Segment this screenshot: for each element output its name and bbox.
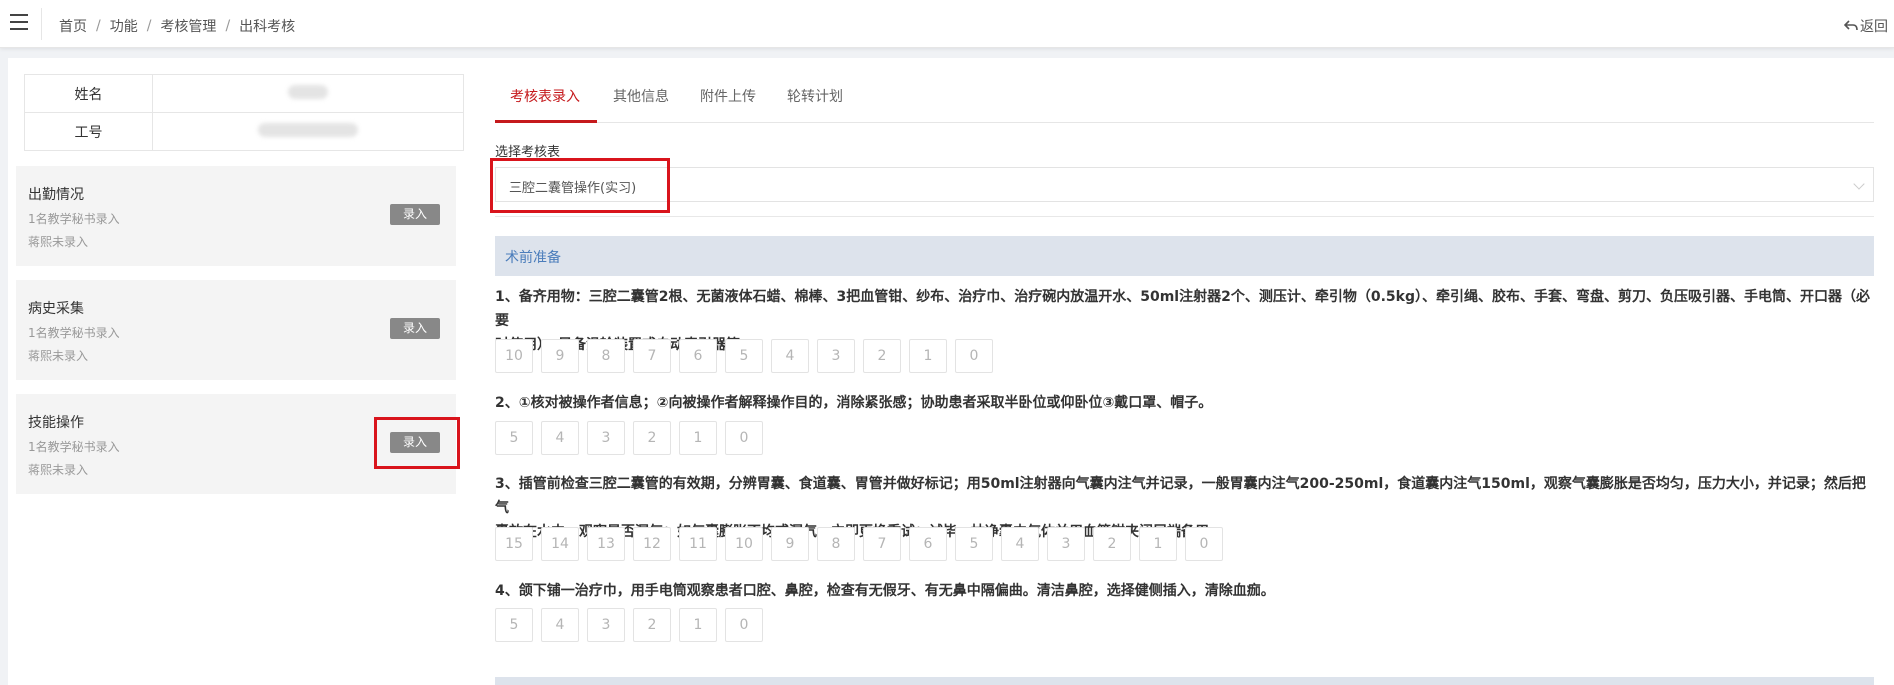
- card-status-line: 1名教学秘书录入: [28, 212, 120, 226]
- score-option[interactable]: 4: [541, 608, 579, 642]
- score-option[interactable]: 0: [725, 608, 763, 642]
- tab-score-entry[interactable]: 考核表录入: [510, 86, 580, 106]
- score-option[interactable]: 2: [633, 421, 671, 455]
- score-option[interactable]: 13: [587, 527, 625, 561]
- score-option[interactable]: 1: [679, 421, 717, 455]
- score-options: 5 4 3 2 1 0: [495, 421, 763, 455]
- card-status-line: 1名教学秘书录入: [28, 440, 120, 454]
- back-arrow-icon: [1844, 20, 1858, 31]
- score-option[interactable]: 12: [633, 527, 671, 561]
- score-option[interactable]: 8: [817, 527, 855, 561]
- score-option[interactable]: 7: [863, 527, 901, 561]
- score-option[interactable]: 3: [1047, 527, 1085, 561]
- score-option[interactable]: 0: [725, 421, 763, 455]
- score-option[interactable]: 2: [863, 339, 901, 373]
- card-title: 病史采集: [28, 301, 84, 317]
- card-title: 技能操作: [28, 415, 84, 431]
- score-option[interactable]: 9: [541, 339, 579, 373]
- id-value: [152, 112, 464, 151]
- score-option[interactable]: 3: [587, 608, 625, 642]
- score-options: 15 14 13 12 11 10 9 8 7 6 5 4 3 2 1 0: [495, 527, 1223, 561]
- score-option[interactable]: 5: [495, 421, 533, 455]
- divider: [495, 216, 1874, 217]
- menu-icon[interactable]: [10, 14, 28, 30]
- score-option[interactable]: 2: [633, 608, 671, 642]
- score-option[interactable]: 14: [541, 527, 579, 561]
- card-history-taking: 病史采集 1名教学秘书录入 蒋熙未录入 录入: [16, 280, 456, 380]
- section-title: 术前准备: [505, 250, 561, 266]
- score-option[interactable]: 9: [771, 527, 809, 561]
- card-status-line: 1名教学秘书录入: [28, 326, 120, 340]
- score-option[interactable]: 10: [495, 339, 533, 373]
- top-divider: [41, 8, 42, 40]
- breadcrumb-home[interactable]: 首页: [59, 16, 87, 36]
- highlight-box: [490, 158, 670, 213]
- id-label: 工号: [24, 112, 153, 151]
- name-row: 姓名: [24, 74, 464, 113]
- criterion-text: 4、颌下铺一治疗巾，用手电筒观察患者口腔、鼻腔，检查有无假牙、有无鼻中隔偏曲。清…: [495, 583, 1275, 599]
- score-option[interactable]: 4: [1001, 527, 1039, 561]
- card-status-line: 蒋熙未录入: [28, 349, 89, 363]
- top-bar: 首页 / 功能 / 考核管理 / 出科考核 返回: [0, 0, 1894, 48]
- breadcrumb-function[interactable]: 功能: [110, 16, 138, 36]
- score-option[interactable]: 4: [771, 339, 809, 373]
- tab-other-info[interactable]: 其他信息: [613, 86, 669, 106]
- highlight-box: [374, 417, 460, 469]
- score-option[interactable]: 3: [587, 421, 625, 455]
- tab-attachment-upload[interactable]: 附件上传: [700, 86, 756, 106]
- enter-button[interactable]: 录入: [390, 204, 440, 225]
- breadcrumb-exam-management[interactable]: 考核管理: [160, 16, 216, 36]
- section-header: 术前准备: [495, 236, 1874, 276]
- score-option[interactable]: 5: [495, 608, 533, 642]
- exam-form-select[interactable]: 三腔二囊管操作(实习): [495, 167, 1874, 202]
- score-option[interactable]: 2: [1093, 527, 1131, 561]
- card-status-line: 蒋熙未录入: [28, 463, 89, 477]
- score-option[interactable]: 6: [909, 527, 947, 561]
- score-option[interactable]: 11: [679, 527, 717, 561]
- score-option[interactable]: 7: [633, 339, 671, 373]
- tab-rotation-plan[interactable]: 轮转计划: [787, 86, 843, 106]
- name-value: [152, 74, 464, 113]
- tab-bar: 考核表录入 其他信息 附件上传 轮转计划: [495, 70, 1874, 123]
- score-option[interactable]: 5: [955, 527, 993, 561]
- chevron-down-icon: [1853, 178, 1865, 190]
- score-option[interactable]: 4: [541, 421, 579, 455]
- back-label: 返回: [1860, 19, 1888, 35]
- score-option[interactable]: 5: [725, 339, 763, 373]
- name-label: 姓名: [24, 74, 153, 113]
- score-option[interactable]: 1: [909, 339, 947, 373]
- score-option[interactable]: 6: [679, 339, 717, 373]
- score-option[interactable]: 0: [955, 339, 993, 373]
- score-options: 10 9 8 7 6 5 4 3 2 1 0: [495, 339, 993, 373]
- card-title: 出勤情况: [28, 187, 84, 203]
- enter-button[interactable]: 录入: [390, 318, 440, 339]
- breadcrumb-current: 出科考核: [239, 19, 296, 35]
- score-option[interactable]: 15: [495, 527, 533, 561]
- score-option[interactable]: 8: [587, 339, 625, 373]
- score-option[interactable]: 1: [679, 608, 717, 642]
- score-option[interactable]: 1: [1139, 527, 1177, 561]
- score-options: 5 4 3 2 1 0: [495, 608, 763, 642]
- breadcrumb: 首页 / 功能 / 考核管理 / 出科考核: [59, 16, 296, 36]
- back-button[interactable]: 返回: [1844, 16, 1888, 36]
- id-row: 工号: [24, 112, 464, 151]
- card-status-line: 蒋熙未录入: [28, 235, 89, 249]
- active-tab-indicator: [495, 120, 597, 123]
- score-option[interactable]: 0: [1185, 527, 1223, 561]
- criterion-text: 2、①核对被操作者信息；②向被操作者解释操作目的，消除紧张感；协助患者采取半卧位…: [495, 395, 1213, 411]
- student-info-table: 姓名 工号: [24, 74, 464, 151]
- card-attendance: 出勤情况 1名教学秘书录入 蒋熙未录入 录入: [16, 166, 456, 266]
- score-option[interactable]: 10: [725, 527, 763, 561]
- next-section-header: [495, 677, 1874, 685]
- score-option[interactable]: 3: [817, 339, 855, 373]
